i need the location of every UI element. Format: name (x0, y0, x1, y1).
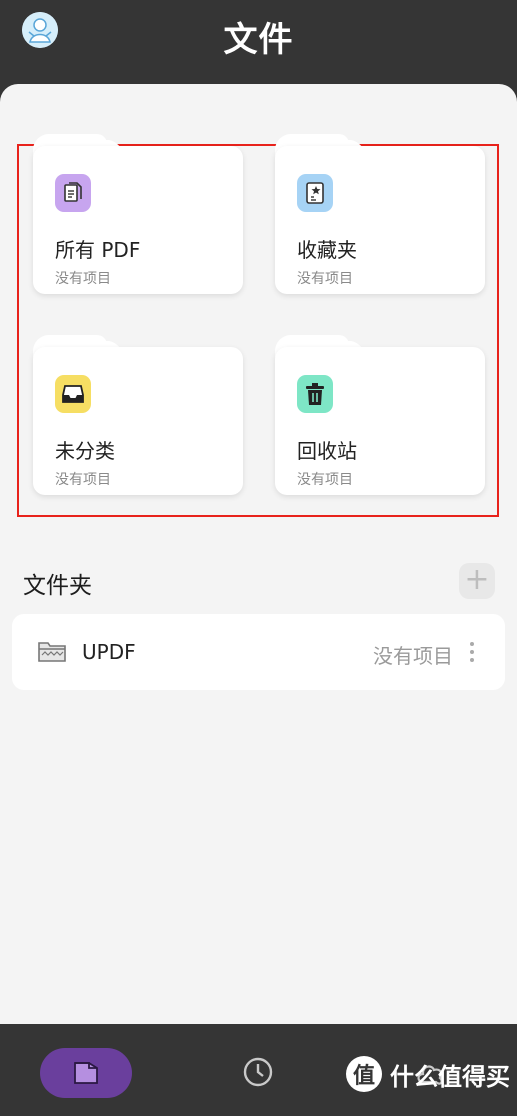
category-name: 收藏夹 (297, 238, 357, 262)
folder-icon (38, 642, 66, 662)
category-name: 未分类 (55, 439, 115, 463)
category-count: 没有项目 (297, 271, 353, 287)
folder-count: 没有项目 (373, 644, 453, 668)
clock-icon[interactable] (242, 1056, 274, 1088)
add-folder-button[interactable]: + (459, 563, 495, 599)
folder-nav-icon (74, 1062, 98, 1084)
folders-section-title: 文件夹 (23, 573, 92, 599)
folder-row[interactable]: UPDF 没有项目 (12, 614, 505, 690)
more-vertical-icon[interactable] (469, 642, 475, 664)
category-all-pdf[interactable]: 所有 PDF 没有项目 (33, 134, 243, 294)
inbox-icon (55, 375, 91, 413)
pdf-docs-icon (55, 174, 91, 212)
page-title: 文件 (223, 20, 294, 60)
category-uncategorized[interactable]: 未分类 没有项目 (33, 335, 243, 495)
watermark-text: 什么值得买 (390, 1062, 510, 1091)
category-favorites[interactable]: 收藏夹 没有项目 (275, 134, 485, 294)
category-name: 所有 PDF (55, 238, 141, 262)
plus-icon: + (464, 562, 490, 597)
watermark-badge: 值 (346, 1056, 382, 1092)
category-count: 没有项目 (297, 472, 353, 488)
nav-files-tab[interactable] (40, 1048, 132, 1098)
category-name: 回收站 (297, 439, 357, 463)
category-count: 没有项目 (55, 472, 111, 488)
watermark: 值 什么值得买 (346, 1044, 510, 1104)
star-doc-icon (297, 174, 333, 212)
category-count: 没有项目 (55, 271, 111, 287)
category-trash[interactable]: 回收站 没有项目 (275, 335, 485, 495)
app-header: 文件 (0, 0, 517, 84)
folder-name: UPDF (82, 640, 136, 664)
trash-icon (297, 375, 333, 413)
